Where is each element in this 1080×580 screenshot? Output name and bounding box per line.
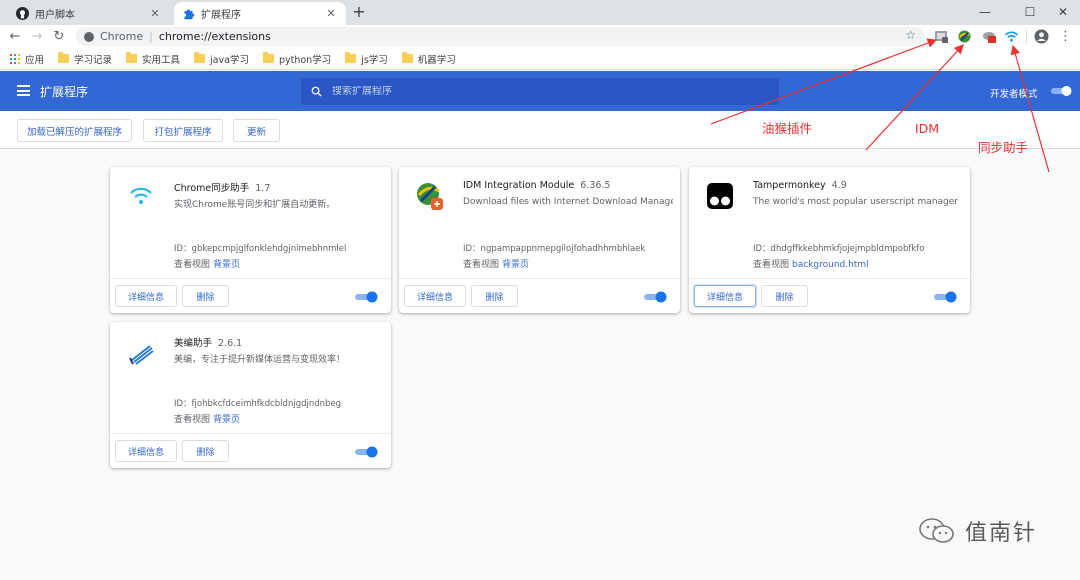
wechat-icon (919, 518, 954, 543)
annotation-sync: 同步助手 (978, 140, 1029, 155)
annotation-tampermonkey: 油猴插件 (762, 121, 813, 136)
watermark: 值南针 (917, 515, 1037, 547)
watermark-text: 值南针 (965, 521, 1038, 546)
annotation-arrows (710, 38, 1050, 173)
annotation-idm: IDM (915, 121, 940, 136)
